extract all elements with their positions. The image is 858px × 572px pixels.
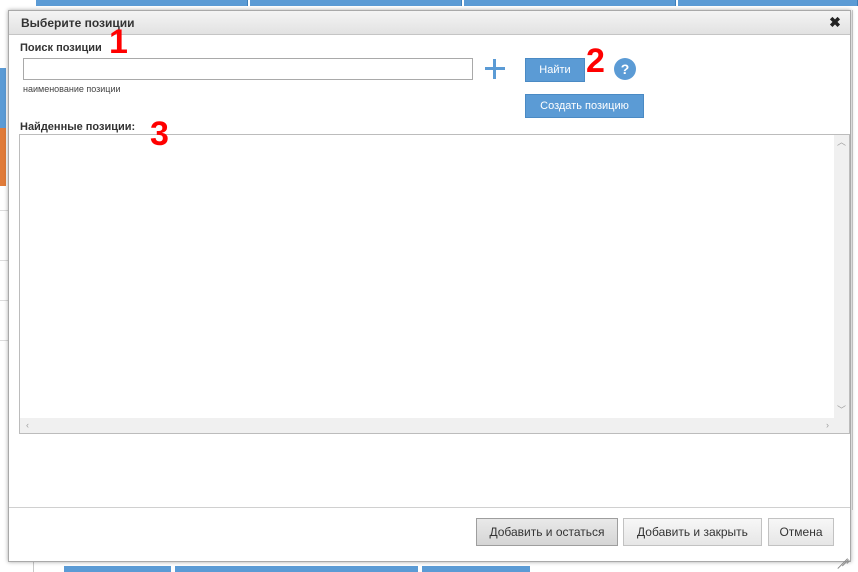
background-divider [0, 300, 8, 301]
scroll-up-icon[interactable]: ︿ [834, 135, 849, 150]
horizontal-scrollbar[interactable] [20, 418, 835, 433]
add-and-close-button[interactable]: Добавить и закрыть [623, 518, 762, 546]
background-tab [64, 566, 171, 572]
background-right-panel [852, 10, 858, 510]
scroll-left-icon[interactable]: ‹ [20, 418, 35, 433]
cancel-button[interactable]: Отмена [768, 518, 834, 546]
background-side-tab-blue [0, 68, 6, 128]
dialog-header: Выберите позиции ✖ [9, 11, 850, 35]
footer-divider [9, 507, 850, 508]
search-hint: наименование позиции [23, 84, 121, 94]
background-divider [0, 260, 8, 261]
search-input[interactable] [23, 58, 473, 80]
add-and-stay-button[interactable]: Добавить и остаться [476, 518, 618, 546]
add-plus-icon[interactable] [483, 57, 507, 81]
background-top-tabs [36, 0, 858, 6]
close-icon[interactable]: ✖ [827, 14, 843, 30]
search-label: Поиск позиции [20, 42, 102, 54]
annotation-number: 2 [586, 42, 605, 80]
find-button[interactable]: Найти [525, 58, 585, 82]
found-positions-list[interactable]: ︿ ﹀ ‹ › [19, 134, 850, 434]
background-divider [0, 340, 8, 341]
resize-grip-icon[interactable] [836, 547, 850, 569]
background-bottom-tabs [64, 566, 530, 572]
background-tab [175, 566, 418, 572]
background-side-tab-orange [0, 128, 6, 186]
background-tab [678, 0, 858, 6]
scrollbar-corner [834, 418, 849, 433]
help-icon[interactable]: ? [614, 58, 636, 80]
scroll-right-icon[interactable]: › [820, 418, 835, 433]
annotation-number: 3 [150, 115, 169, 153]
background-tab [36, 0, 248, 6]
background-tab [464, 0, 676, 6]
background-tab [422, 566, 530, 572]
scroll-down-icon[interactable]: ﹀ [834, 403, 849, 418]
background-divider [0, 210, 8, 211]
background-tab [250, 0, 462, 6]
select-positions-dialog: Выберите позиции ✖ Поиск позиции наимено… [8, 10, 851, 569]
annotation-number: 1 [109, 23, 128, 61]
found-positions-label: Найденные позиции: [20, 121, 136, 133]
vertical-scrollbar[interactable] [834, 135, 849, 418]
create-position-button[interactable]: Создать позицию [525, 94, 644, 118]
